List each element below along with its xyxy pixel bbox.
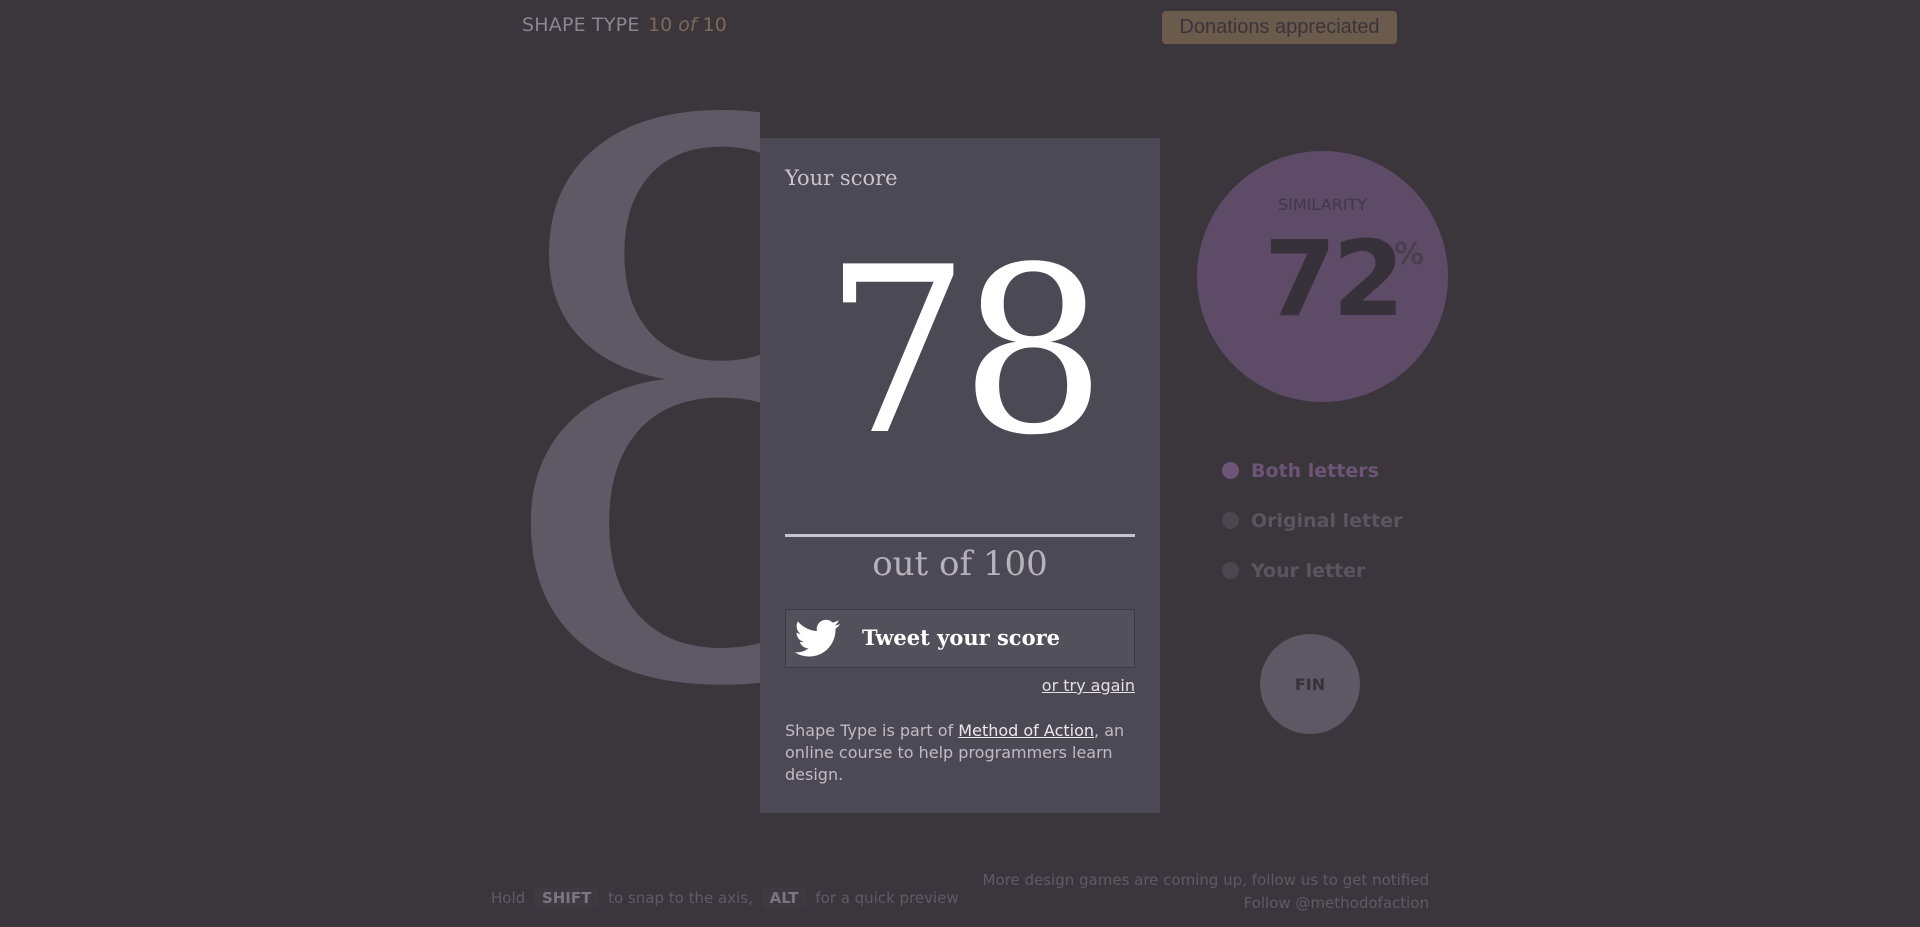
key-shift: SHIFT xyxy=(533,888,600,908)
key-alt: ALT xyxy=(761,888,807,908)
tweet-score-button[interactable]: Tweet your score xyxy=(785,609,1135,668)
about-prefix: Shape Type is part of xyxy=(785,721,959,740)
original-letter-glyph: 8 xyxy=(480,100,760,740)
method-of-action-link[interactable]: Method of Action xyxy=(958,721,1094,740)
about-text: Shape Type is part of Method of Action, … xyxy=(785,720,1135,786)
hint-hold: Hold xyxy=(491,889,526,907)
radio-dot-icon xyxy=(1222,562,1239,579)
view-option-yours-label: Your letter xyxy=(1251,560,1366,582)
keyboard-hint: Hold SHIFT to snap to the axis, ALT for … xyxy=(491,888,959,908)
score-value: 78 xyxy=(823,219,1107,486)
tweet-score-label: Tweet your score xyxy=(862,625,1061,650)
twitter-bird-icon xyxy=(794,619,841,657)
view-option-original[interactable]: Original letter xyxy=(1222,510,1402,532)
similarity-unit: % xyxy=(1394,237,1425,272)
brand-title: SHAPE TYPE xyxy=(522,14,640,36)
follow-notice: More design games are coming up, follow … xyxy=(983,869,1429,915)
try-again-link[interactable]: or try again xyxy=(1042,676,1135,695)
follow-text: More design games are coming up, follow … xyxy=(982,871,1429,889)
view-option-both-label: Both letters xyxy=(1251,460,1379,482)
score-label: Your score xyxy=(785,166,898,190)
level-counter: 10 of 10 xyxy=(648,14,727,36)
fin-button[interactable]: FIN xyxy=(1260,634,1360,734)
counter-current: 10 xyxy=(648,14,673,36)
radio-dot-icon xyxy=(1222,512,1239,529)
follow-link[interactable]: Follow @methodofaction xyxy=(1244,894,1429,912)
radio-dot-icon xyxy=(1222,462,1239,479)
view-option-original-label: Original letter xyxy=(1251,510,1403,532)
counter-total: 10 xyxy=(702,14,727,36)
letter-canvas: 8 xyxy=(470,100,760,740)
game-page: SHAPE TYPE 10 of 10 Donations appreciate… xyxy=(0,0,1920,927)
score-divider xyxy=(785,534,1135,537)
hint-preview: for a quick preview xyxy=(815,889,959,907)
counter-of: of xyxy=(678,14,697,36)
score-card: Your score 78 out of 100 Tweet your scor… xyxy=(760,138,1160,813)
view-option-both[interactable]: Both letters xyxy=(1222,460,1379,482)
similarity-label: SIMILARITY xyxy=(1277,195,1367,214)
similarity-badge: SIMILARITY 72 % xyxy=(1197,151,1448,402)
hint-snap: to snap to the axis, xyxy=(608,889,753,907)
score-out-of: out of 100 xyxy=(872,544,1048,584)
view-option-yours[interactable]: Your letter xyxy=(1222,560,1365,582)
donate-button[interactable]: Donations appreciated xyxy=(1162,11,1397,44)
similarity-value: 72 xyxy=(1264,218,1405,340)
